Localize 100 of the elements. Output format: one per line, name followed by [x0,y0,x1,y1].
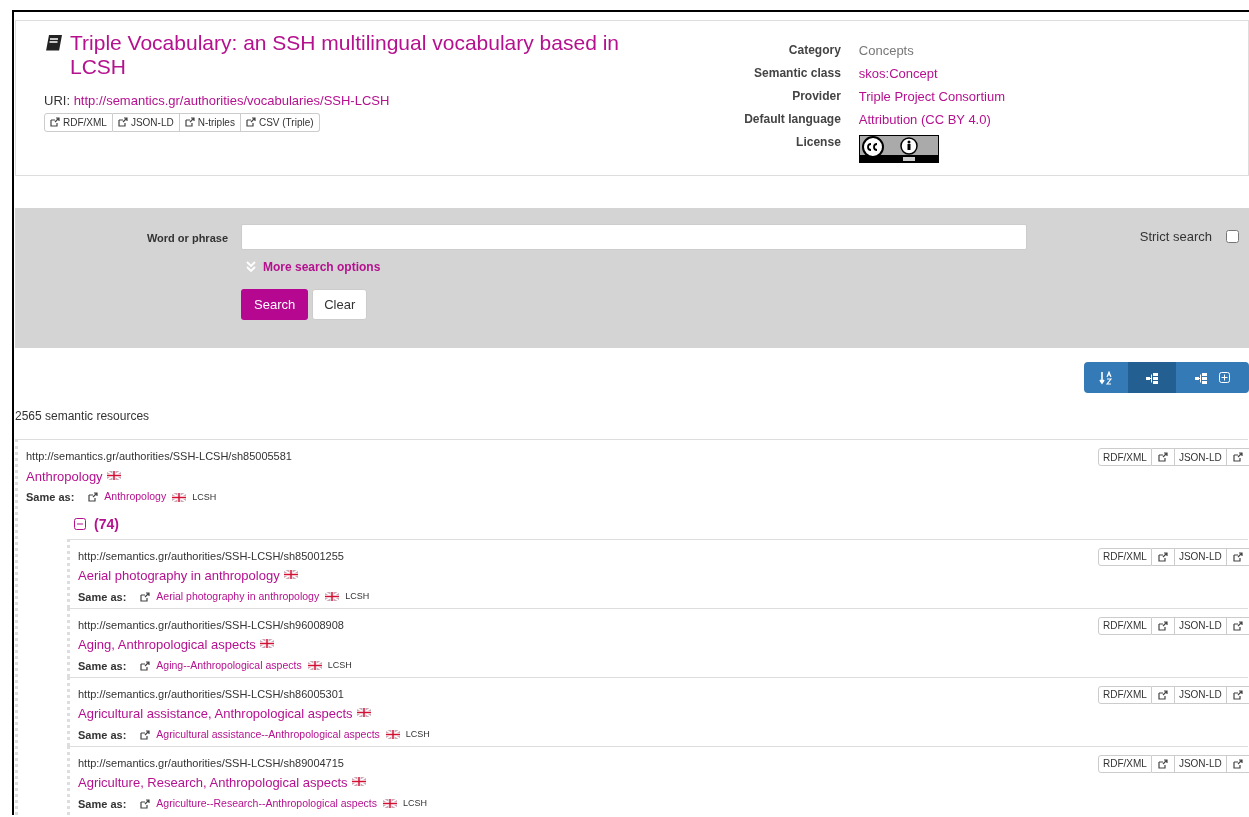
export-button[interactable]: CSV (Triple) [240,112,320,132]
external-link-icon [245,117,256,127]
flag-icon [382,799,397,809]
export-button[interactable]: JSON-LD [1174,616,1227,635]
flag-icon [172,492,187,502]
tree-view-button[interactable] [1128,362,1176,393]
field-label: Word or phrase [145,231,228,246]
external-link-icon [50,117,60,127]
plus-square-icon [1219,372,1230,383]
external-link-icon [1157,452,1168,462]
external-link-button[interactable] [1226,616,1249,635]
search-button[interactable]: Search [241,288,309,320]
export-button[interactable]: JSON-LD [112,112,180,132]
property-value: Concepts [858,42,915,60]
flag-icon [356,708,371,718]
resource-link[interactable]: Agriculture, Research, Anthropological aspects [78,773,348,793]
resource-link[interactable]: Aging, Anthropological aspects [78,635,256,655]
source-label: LCSH [327,659,352,672]
external-link-icon [140,591,151,602]
export-button[interactable]: RDF/XML [1098,448,1152,466]
sort-button[interactable] [1084,362,1128,393]
resource-uri: http://semantics.gr/authorities/SSH-LCSH/sh89004715 [78,755,345,771]
same-as-link[interactable]: Agriculture--Research--Anthropological aspects [156,795,377,812]
resource-link[interactable]: Agricultural assistance, Anthropological aspects [78,704,353,724]
export-button[interactable]: RDF/XML [1098,616,1152,635]
book-icon [44,33,64,53]
external-link-button[interactable] [1151,547,1175,566]
clear-button[interactable]: Clear [312,288,368,320]
source-label: LCSH [405,728,430,741]
same-as-label: Same as: [26,490,75,505]
tree-icon [1195,371,1207,384]
external-link-icon [184,117,195,127]
external-link-button[interactable] [1151,754,1175,773]
same-as-link[interactable]: Aging--Anthropological aspects [156,657,302,674]
source-label: LCSH [402,797,427,810]
same-as-label: Same as: [78,727,127,743]
minus-square-icon [74,518,86,530]
property-link[interactable]: Attribution (CC BY 4.0) [858,110,1005,130]
collapse-toggle[interactable]: (74) [74,513,1248,535]
resource-uri: http://semantics.gr/authorities/SSH-LCSH/sh96008908 [78,617,345,633]
property-label: Category [787,42,841,59]
strict-search-label: Strict search [1139,228,1212,246]
external-link-icon [1232,452,1243,462]
same-as-link[interactable]: Aerial photography in anthropology [156,588,320,605]
resource-link[interactable]: Aerial photography in anthropology [78,566,280,586]
same-as-link[interactable]: Agricultural assistance--Anthropological aspects [156,726,380,743]
external-link-button[interactable] [1226,448,1249,466]
external-link-button[interactable] [1151,685,1175,704]
export-button[interactable]: RDF/XML [1098,547,1152,566]
external-link-icon [1232,758,1243,769]
export-button[interactable]: JSON-LD [1174,547,1227,566]
property-link[interactable]: skos:Concept [858,64,1005,84]
export-button[interactable]: JSON-LD [1174,754,1227,773]
external-link-icon [140,798,151,809]
flag-icon [283,570,298,580]
expand-tree-button[interactable] [1176,362,1249,393]
export-button[interactable]: RDF/XML [1098,754,1152,773]
external-link-button[interactable] [1151,448,1175,466]
property-label: License [795,134,841,152]
uri-link[interactable]: http://semantics.gr/authorities/vocabularies/SSH-LCSH [73,93,390,108]
property-label: Default language [744,111,841,129]
search-field[interactable] [241,224,1027,250]
double-chevron-icon [245,261,257,273]
export-button[interactable]: N-triples [179,112,241,132]
page-title: Triple Vocabulary: an SSH multilingual vocabulary based in LCSH [70,31,620,79]
external-link-icon [1232,551,1243,562]
external-link-button[interactable] [1226,685,1249,704]
resource-uri: http://semantics.gr/authorities/SSH-LCSH/sh86005301 [78,686,345,702]
property-link[interactable]: Triple Project Consortium [858,87,1005,107]
export-button[interactable]: JSON-LD [1174,448,1227,466]
flag-icon [259,639,274,649]
flag-icon [325,592,340,602]
external-link-icon [1157,689,1168,700]
same-as-label: Same as: [78,658,127,674]
external-link-icon [117,117,128,127]
tree-icon [1146,371,1158,384]
external-link-button[interactable] [1226,754,1249,773]
external-link-icon [1157,620,1168,631]
sort-icon [1099,370,1113,385]
export-button[interactable]: RDF/XML [44,112,113,132]
property-label: Provider [791,88,841,106]
flag-icon [106,470,121,480]
external-link-icon [1157,551,1168,562]
resource-count: 2565 semantic resources [15,408,151,425]
resource-link[interactable]: Anthropology [26,466,103,486]
flag-icon [351,777,366,787]
external-link-button[interactable] [1151,616,1175,635]
external-link-button[interactable] [1226,547,1249,566]
external-link-icon [140,660,151,671]
property-label: Semantic class [753,65,841,83]
more-options-link[interactable]: More search options [245,258,381,276]
resource-uri: http://semantics.gr/authorities/SSH-LCSH/sh85005581 [26,449,292,464]
export-button[interactable]: JSON-LD [1174,685,1227,704]
external-link-icon [88,492,99,503]
same-as-link[interactable]: Anthropology [104,489,167,506]
export-button[interactable]: RDF/XML [1098,685,1152,704]
uri-label: URI: [44,93,70,108]
same-as-label: Same as: [78,796,127,812]
strict-search-checkbox[interactable] [1226,230,1239,244]
external-link-icon [1232,620,1243,631]
